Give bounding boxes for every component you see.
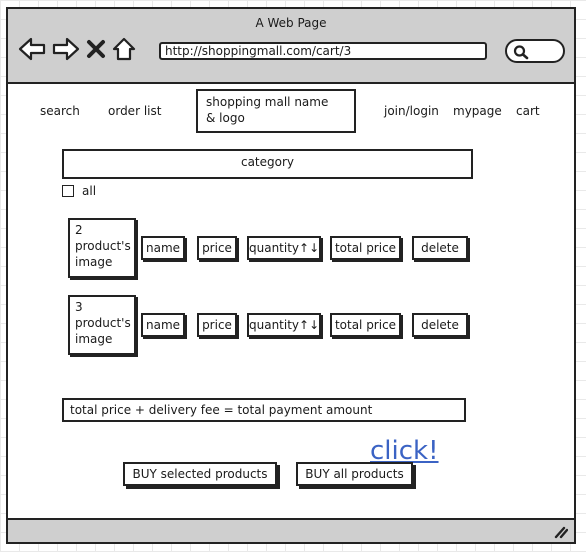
logo-text-line-1: shopping mall name (206, 95, 329, 109)
product-image-text: product's (75, 239, 131, 253)
product-image-text: image (75, 332, 113, 346)
product-name: name (141, 236, 185, 260)
status-bar (8, 518, 574, 542)
product-image-text: product's (75, 316, 131, 330)
quantity-stepper[interactable]: quantity↑↓ (247, 313, 321, 337)
arrow-right-icon[interactable] (52, 37, 80, 61)
product-price: price (197, 236, 237, 260)
address-bar[interactable]: http://shoppingmall.com/cart/3 (159, 42, 487, 60)
select-all-label: all (82, 184, 97, 198)
buy-all-button[interactable]: BUY all products (296, 462, 413, 486)
browser-toolbar: A Web Page http://shoppingmall.com/cart/… (8, 9, 574, 84)
browser-search-box[interactable] (505, 39, 565, 63)
category-bar[interactable]: category (62, 149, 473, 179)
delete-button[interactable]: delete (412, 236, 468, 260)
product-image-text: image (75, 255, 113, 269)
product-name: name (141, 313, 185, 337)
menu-search-link[interactable]: search (40, 104, 80, 118)
search-icon (513, 45, 529, 60)
menu-mypage-link[interactable]: mypage (453, 104, 502, 118)
menu-join-login-link[interactable]: join/login (384, 104, 439, 118)
select-all-checkbox[interactable] (62, 185, 74, 197)
shop-logo[interactable]: shopping mall name & logo (196, 89, 356, 133)
home-icon[interactable] (112, 37, 136, 61)
product-image: 2 product's image (68, 218, 136, 278)
delete-button[interactable]: delete (412, 313, 468, 337)
product-image: 3 product's image (68, 295, 136, 355)
product-image-text: 3 (75, 300, 83, 314)
logo-text-line-2: & logo (206, 111, 245, 125)
navigation-buttons (18, 35, 136, 63)
arrow-left-icon[interactable] (18, 37, 46, 61)
close-icon[interactable] (86, 39, 106, 59)
buy-selected-button[interactable]: BUY selected products (123, 462, 277, 486)
product-total-price: total price (330, 236, 401, 260)
menu-order-list-link[interactable]: order list (108, 104, 161, 118)
product-image-text: 2 (75, 223, 83, 237)
menu-cart-link[interactable]: cart (516, 104, 540, 118)
window-title: A Web Page (255, 16, 327, 30)
resize-handle-icon[interactable] (552, 525, 568, 539)
product-total-price: total price (330, 313, 401, 337)
product-price: price (197, 313, 237, 337)
quantity-stepper[interactable]: quantity↑↓ (247, 236, 321, 260)
total-payment-summary: total price + delivery fee = total payme… (62, 398, 466, 422)
